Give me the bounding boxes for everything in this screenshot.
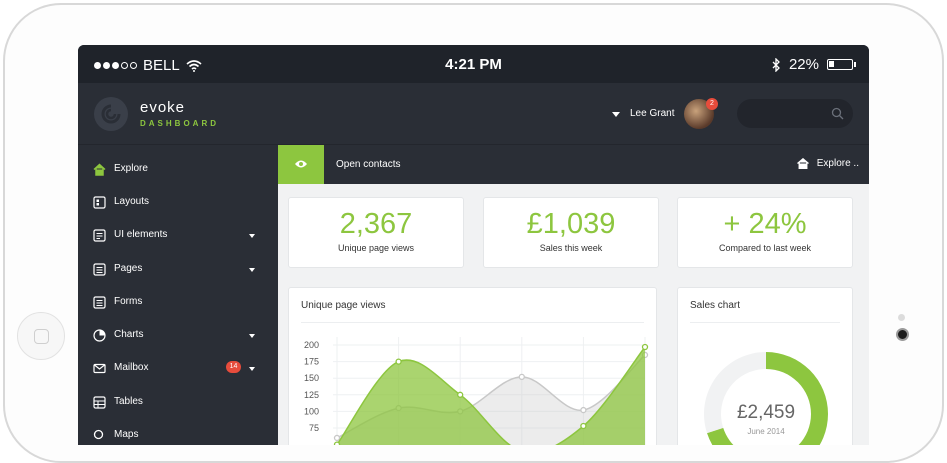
notification-badge[interactable]: 2 xyxy=(706,98,718,110)
user-name[interactable]: Lee Grant xyxy=(630,108,674,119)
data-point xyxy=(580,406,587,414)
sidebar-item-label: UI elements xyxy=(114,229,168,240)
data-point xyxy=(333,441,341,445)
data-point xyxy=(395,358,402,365)
y-tick-label: 200 xyxy=(304,340,319,350)
brand-subtitle: DASHBOARD xyxy=(140,119,219,128)
status-bar: BELL 4:21 PM 22% xyxy=(78,45,869,83)
sidebar-item-maps[interactable]: Maps xyxy=(78,419,278,445)
sidebar-item-label: Mailbox xyxy=(114,362,149,373)
stat-card-page-views: 2,367 Unique page views xyxy=(288,197,464,268)
sidebar-item-layouts[interactable]: Layouts xyxy=(78,186,278,219)
donut-center-label: June 2014 xyxy=(747,427,785,436)
stat-value: + 24% xyxy=(723,208,807,240)
eye-icon xyxy=(295,160,307,168)
sidebar-item-forms[interactable]: Forms xyxy=(78,286,278,319)
stat-label: Unique page views xyxy=(337,243,415,253)
y-tick-label: 175 xyxy=(304,357,319,367)
logo-icon xyxy=(94,97,128,131)
sidebar-item-label: Explore xyxy=(114,163,148,174)
open-contacts-link[interactable]: Open contacts xyxy=(336,159,400,170)
battery-icon xyxy=(827,59,856,70)
sidebar-item-explore[interactable]: Explore xyxy=(78,153,278,186)
brand-name: evoke xyxy=(140,99,186,116)
sidebar-item-label: Tables xyxy=(114,396,143,407)
page-views-panel: Unique page views 200 175 150 125 100 75 xyxy=(288,287,657,445)
y-tick-label: 125 xyxy=(304,390,319,400)
data-point xyxy=(457,391,464,398)
breadcrumb: Explore .. xyxy=(796,158,859,169)
chevron-down-icon[interactable] xyxy=(249,268,255,272)
y-tick-label: 150 xyxy=(304,373,319,383)
pages-icon xyxy=(93,263,106,276)
sidebar-item-charts[interactable]: Charts xyxy=(78,319,278,352)
y-tick-label: 75 xyxy=(309,423,319,433)
sidebar-item-ui-elements[interactable]: UI elements xyxy=(78,219,278,252)
search-icon[interactable] xyxy=(831,107,844,120)
chevron-down-icon[interactable] xyxy=(612,112,620,117)
layout-icon xyxy=(93,196,106,209)
search-input[interactable] xyxy=(737,99,853,128)
data-point xyxy=(641,343,649,351)
chevron-down-icon[interactable] xyxy=(249,367,255,371)
unread-badge: 14 xyxy=(226,361,241,373)
sensor-dot xyxy=(898,314,905,321)
chevron-down-icon[interactable] xyxy=(249,234,255,238)
data-point xyxy=(518,373,525,381)
donut-center-value: £2,459 xyxy=(737,402,795,423)
mail-icon xyxy=(93,363,106,374)
map-icon xyxy=(93,429,104,440)
home-icon xyxy=(93,163,106,176)
stat-value: £1,039 xyxy=(526,208,616,240)
ui-elements-icon xyxy=(93,229,106,242)
home-button[interactable] xyxy=(17,312,65,360)
sidebar-item-mailbox[interactable]: Mailbox 14 xyxy=(78,352,278,385)
battery-percent: 22% xyxy=(788,56,819,73)
sales-donut-chart: £2,459 June 2014 xyxy=(704,352,828,445)
stat-value: 2,367 xyxy=(339,208,413,240)
table-icon xyxy=(93,396,106,409)
breadcrumb-bar: Open contacts Explore .. xyxy=(278,145,869,184)
data-point xyxy=(580,422,587,430)
sidebar-item-label: Maps xyxy=(114,429,139,440)
screen: BELL 4:21 PM 22% evoke DASHBOARD Lee Gra… xyxy=(78,45,869,445)
chevron-down-icon[interactable] xyxy=(249,334,255,338)
sidebar-item-label: Pages xyxy=(114,263,143,274)
home-icon[interactable] xyxy=(796,158,809,169)
app-header: evoke DASHBOARD Lee Grant 2 xyxy=(78,83,869,145)
bluetooth-icon xyxy=(772,57,780,72)
view-toggle-button[interactable] xyxy=(278,145,324,184)
y-tick-label: 100 xyxy=(304,406,319,416)
camera-icon xyxy=(896,328,909,341)
sales-chart-panel: Sales chart £2,459 June 2014 xyxy=(677,287,853,445)
sidebar-item-label: Charts xyxy=(114,329,144,340)
breadcrumb-current[interactable]: Explore .. xyxy=(817,158,859,169)
sidebar-item-pages[interactable]: Pages xyxy=(78,253,278,286)
sidebar-item-label: Layouts xyxy=(114,196,150,207)
pie-chart-icon xyxy=(93,329,106,342)
main-content: Open contacts Explore .. 2,367 Unique pa… xyxy=(278,145,869,445)
sidebar-item-label: Forms xyxy=(114,296,143,307)
data-point xyxy=(333,434,341,442)
tablet-device: BELL 4:21 PM 22% evoke DASHBOARD Lee Gra… xyxy=(0,0,947,463)
clock: 4:21 PM xyxy=(445,56,502,73)
stat-label: Compared to last week xyxy=(718,243,812,253)
sidebar-item-tables[interactable]: Tables xyxy=(78,386,278,419)
sidebar: Explore Layouts UI elements Pages Forms xyxy=(78,145,278,445)
forms-icon xyxy=(93,296,106,309)
stat-label: Sales this week xyxy=(539,243,603,253)
stat-card-sales: £1,039 Sales this week xyxy=(483,197,659,268)
stat-card-growth: + 24% Compared to last week xyxy=(677,197,853,268)
page-views-chart: 200 175 150 125 100 75 xyxy=(304,337,649,445)
